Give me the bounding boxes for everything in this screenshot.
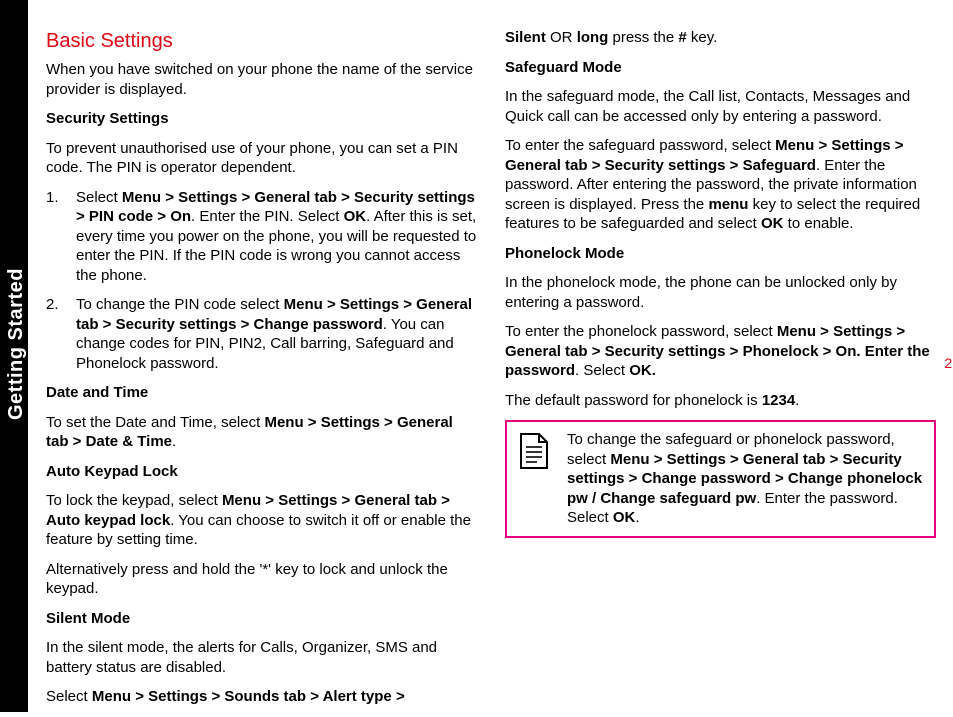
silent-body: In the silent mode, the alerts for Calls… <box>46 638 477 677</box>
akl-body: To lock the keypad, select Menu > Settin… <box>46 491 477 550</box>
subhead-date-time: Date and Time <box>46 383 477 403</box>
intro-text: When you have switched on your phone the… <box>46 60 477 99</box>
phonelock-steps: To enter the phonelock password, select … <box>505 322 936 381</box>
phonelock-default: The default password for phonelock is 12… <box>505 391 936 411</box>
step-1: 1. Select Menu > Settings > General tab … <box>46 188 477 286</box>
subhead-phonelock: Phonelock Mode <box>505 244 936 264</box>
step-number: 2. <box>46 295 76 373</box>
step-text: Select Menu > Settings > General tab > S… <box>76 188 477 286</box>
security-steps: 1. Select Menu > Settings > General tab … <box>46 188 477 374</box>
note-text: To change the safeguard or phonelock pas… <box>567 430 924 528</box>
subhead-auto-keypad-lock: Auto Keypad Lock <box>46 462 477 482</box>
page-content: Basic Settings When you have switched on… <box>46 28 936 717</box>
page-number: 21 <box>944 354 953 372</box>
step-number: 1. <box>46 188 76 286</box>
safeguard-steps: To enter the safeguard password, select … <box>505 136 936 234</box>
security-intro: To prevent unauthorised use of your phon… <box>46 139 477 178</box>
silent-continued: Silent OR long press the # key. <box>505 28 936 48</box>
step-2: 2. To change the PIN code select Menu > … <box>46 295 477 373</box>
subhead-safeguard: Safeguard Mode <box>505 58 936 78</box>
silent-select: Select Menu > Settings > Sounds tab > Al… <box>46 687 477 707</box>
safeguard-body: In the safeguard mode, the Call list, Co… <box>505 87 936 126</box>
subhead-security: Security Settings <box>46 109 477 129</box>
step-text: To change the PIN code select Menu > Set… <box>76 295 477 373</box>
note-icon <box>517 430 567 470</box>
heading-basic-settings: Basic Settings <box>46 28 477 54</box>
phonelock-body: In the phonelock mode, the phone can be … <box>505 273 936 312</box>
akl-alt: Alternatively press and hold the '*' key… <box>46 560 477 599</box>
subhead-silent-mode: Silent Mode <box>46 609 477 629</box>
column-right: Silent OR long press the # key. Safeguar… <box>505 28 936 717</box>
column-left: Basic Settings When you have switched on… <box>46 28 477 717</box>
date-time-body: To set the Date and Time, select Menu > … <box>46 413 477 452</box>
side-label: Getting Started <box>3 268 29 420</box>
note-box: To change the safeguard or phonelock pas… <box>505 420 936 538</box>
